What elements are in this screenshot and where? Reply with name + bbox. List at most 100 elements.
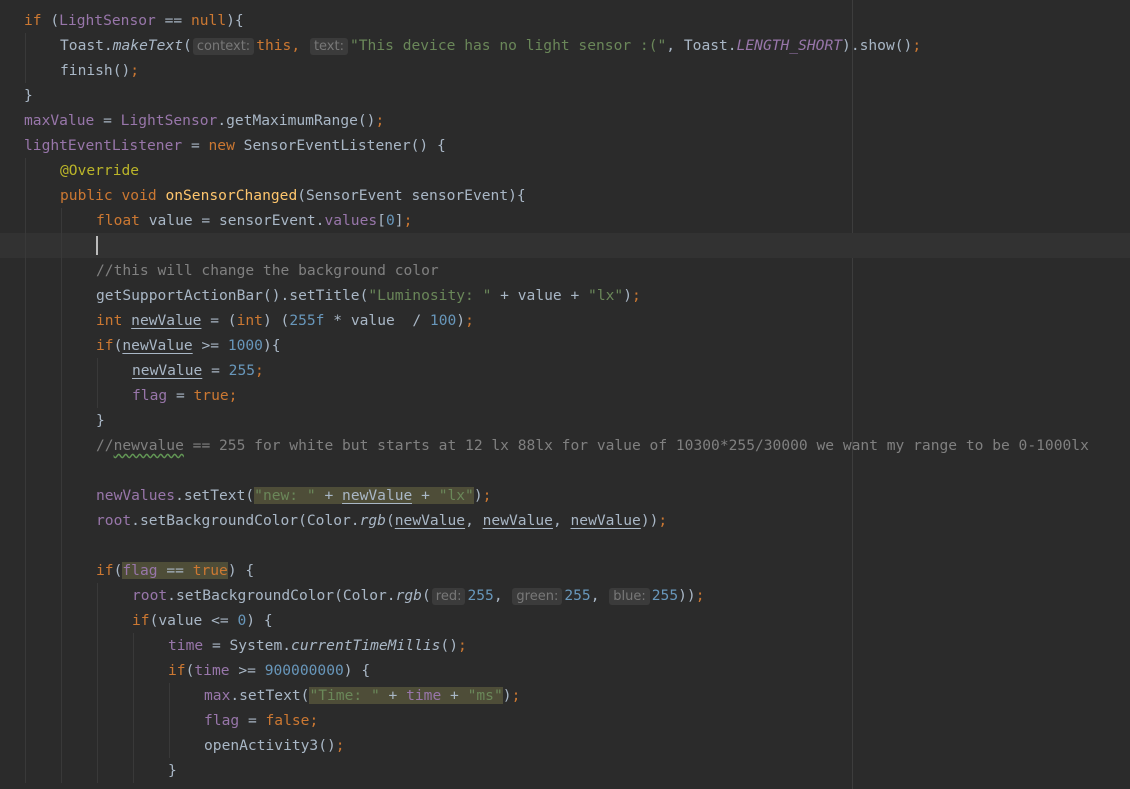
code-editor[interactable]: if (LightSensor == null){Toast.makeText(… — [0, 0, 1130, 789]
indent-guide — [97, 633, 98, 658]
code-token: int — [96, 312, 132, 329]
code-line[interactable]: time = System.currentTimeMillis(); — [0, 633, 1130, 658]
code-line[interactable]: if(value <= 0) { — [0, 608, 1130, 633]
parameter-hint: green: — [512, 588, 563, 605]
code-text: newValue = 255; — [132, 358, 264, 383]
indent-guide — [169, 708, 170, 733]
indent-guide — [25, 483, 26, 508]
indent-guide — [25, 683, 26, 708]
indent-guide — [61, 333, 62, 358]
code-text: @Override — [60, 158, 139, 183]
code-line[interactable]: //newvalue == 255 for white but starts a… — [0, 433, 1130, 458]
code-token: } — [24, 87, 33, 104]
code-line[interactable]: if(newValue >= 1000){ — [0, 333, 1130, 358]
code-line[interactable]: } — [0, 83, 1130, 108]
code-line[interactable]: } — [0, 408, 1130, 433]
code-token: if — [96, 562, 114, 579]
code-line[interactable]: root.setBackgroundColor(Color.rgb(newVal… — [0, 508, 1130, 533]
code-line[interactable]: getSupportActionBar().setTitle("Luminosi… — [0, 283, 1130, 308]
code-line[interactable]: if (LightSensor == null){ — [0, 8, 1130, 33]
code-line[interactable]: maxValue = LightSensor.getMaximumRange()… — [0, 108, 1130, 133]
code-token: } — [168, 762, 177, 779]
code-line[interactable]: flag = true; — [0, 383, 1130, 408]
code-line[interactable]: newValue = 255; — [0, 358, 1130, 383]
code-token: = — [202, 362, 229, 379]
code-token: ] — [394, 212, 404, 229]
code-token: ; — [465, 312, 474, 329]
code-token: @Override — [60, 162, 140, 179]
code-text: if(time >= 900000000) { — [168, 658, 370, 683]
code-token: ; — [375, 112, 385, 129]
indent-guide — [25, 33, 26, 58]
code-token: = ( — [201, 312, 237, 329]
code-token: newvalue — [113, 437, 184, 454]
code-text: flag = true; — [132, 383, 237, 408]
indent-guide — [97, 358, 98, 383]
code-token: int — [236, 312, 263, 329]
code-line[interactable]: if(flag == true) { — [0, 558, 1130, 583]
code-text: root.setBackgroundColor(Color.rgb(newVal… — [96, 508, 667, 533]
code-token: ; — [457, 637, 467, 654]
code-line[interactable]: int newValue = (int) (255f * value / 100… — [0, 308, 1130, 333]
code-token: null — [190, 12, 227, 29]
code-token: [ — [377, 212, 386, 229]
code-token: .setText( — [230, 687, 310, 704]
code-line[interactable]: max.setText("Time: " + time + "ms"); — [0, 683, 1130, 708]
code-token: getSupportActionBar().setTitle( — [96, 287, 369, 304]
indent-guide — [25, 733, 26, 758]
code-token: if — [24, 12, 42, 29]
indent-guide — [25, 283, 26, 308]
indent-guide — [97, 608, 98, 633]
code-token: , — [493, 587, 512, 604]
code-token: "Luminosity: " — [368, 287, 492, 304]
code-token: ).show() — [842, 37, 913, 54]
indent-guide — [25, 558, 26, 583]
code-token: ) ( — [262, 312, 290, 329]
indent-guide — [61, 483, 62, 508]
code-token: time — [194, 662, 230, 679]
code-token: maxValue — [24, 112, 95, 129]
code-line[interactable]: root.setBackgroundColor(Color.rgb(red: 25… — [0, 583, 1130, 608]
code-token: Toast. — [60, 37, 113, 54]
code-token: "lx" — [438, 487, 474, 504]
code-token: LightSensor — [120, 112, 218, 129]
code-token: = System. — [203, 637, 292, 654]
code-line[interactable] — [0, 533, 1130, 558]
code-token: = — [182, 137, 209, 154]
code-line[interactable]: openActivity3(); — [0, 733, 1130, 758]
text-caret — [96, 235, 98, 255]
indent-guide — [25, 508, 26, 533]
code-token: ( — [385, 512, 395, 529]
code-token: ; — [632, 287, 641, 304]
code-token: ( — [41, 12, 60, 29]
code-line[interactable]: finish(); — [0, 58, 1130, 83]
indent-guide — [169, 733, 170, 758]
code-line[interactable]: if(time >= 900000000) { — [0, 658, 1130, 683]
code-token: ; — [511, 687, 521, 704]
code-line[interactable]: Toast.makeText(context: this, text: "This … — [0, 33, 1130, 58]
code-token: ( — [421, 587, 431, 604]
code-token: flag — [132, 387, 168, 404]
code-token: value = sensorEvent. — [148, 212, 325, 229]
code-line[interactable]: flag = false; — [0, 708, 1130, 733]
code-line[interactable] — [0, 458, 1130, 483]
code-token: newValue — [131, 312, 202, 329]
code-line[interactable] — [0, 233, 1130, 258]
indent-guide — [25, 233, 26, 258]
code-line[interactable]: @Override — [0, 158, 1130, 183]
code-token: newValue — [132, 362, 203, 379]
code-token: = — [239, 712, 266, 729]
code-token: } — [96, 412, 105, 429]
code-line[interactable]: //this will change the background color — [0, 258, 1130, 283]
code-line[interactable]: } — [0, 758, 1130, 783]
code-line[interactable]: public void onSensorChanged(SensorEvent … — [0, 183, 1130, 208]
code-token: , — [666, 37, 684, 54]
code-line[interactable]: lightEventListener = new SensorEventList… — [0, 133, 1130, 158]
code-token: 100 — [429, 312, 457, 329]
code-token: + — [412, 487, 439, 504]
code-line[interactable]: float value = sensorEvent.values[0]; — [0, 208, 1130, 233]
indent-guide — [169, 683, 170, 708]
code-token: + — [441, 687, 468, 704]
code-line[interactable]: newValues.setText("new: " + newValue + "… — [0, 483, 1130, 508]
code-token: (SensorEvent sensorEvent){ — [297, 187, 526, 204]
